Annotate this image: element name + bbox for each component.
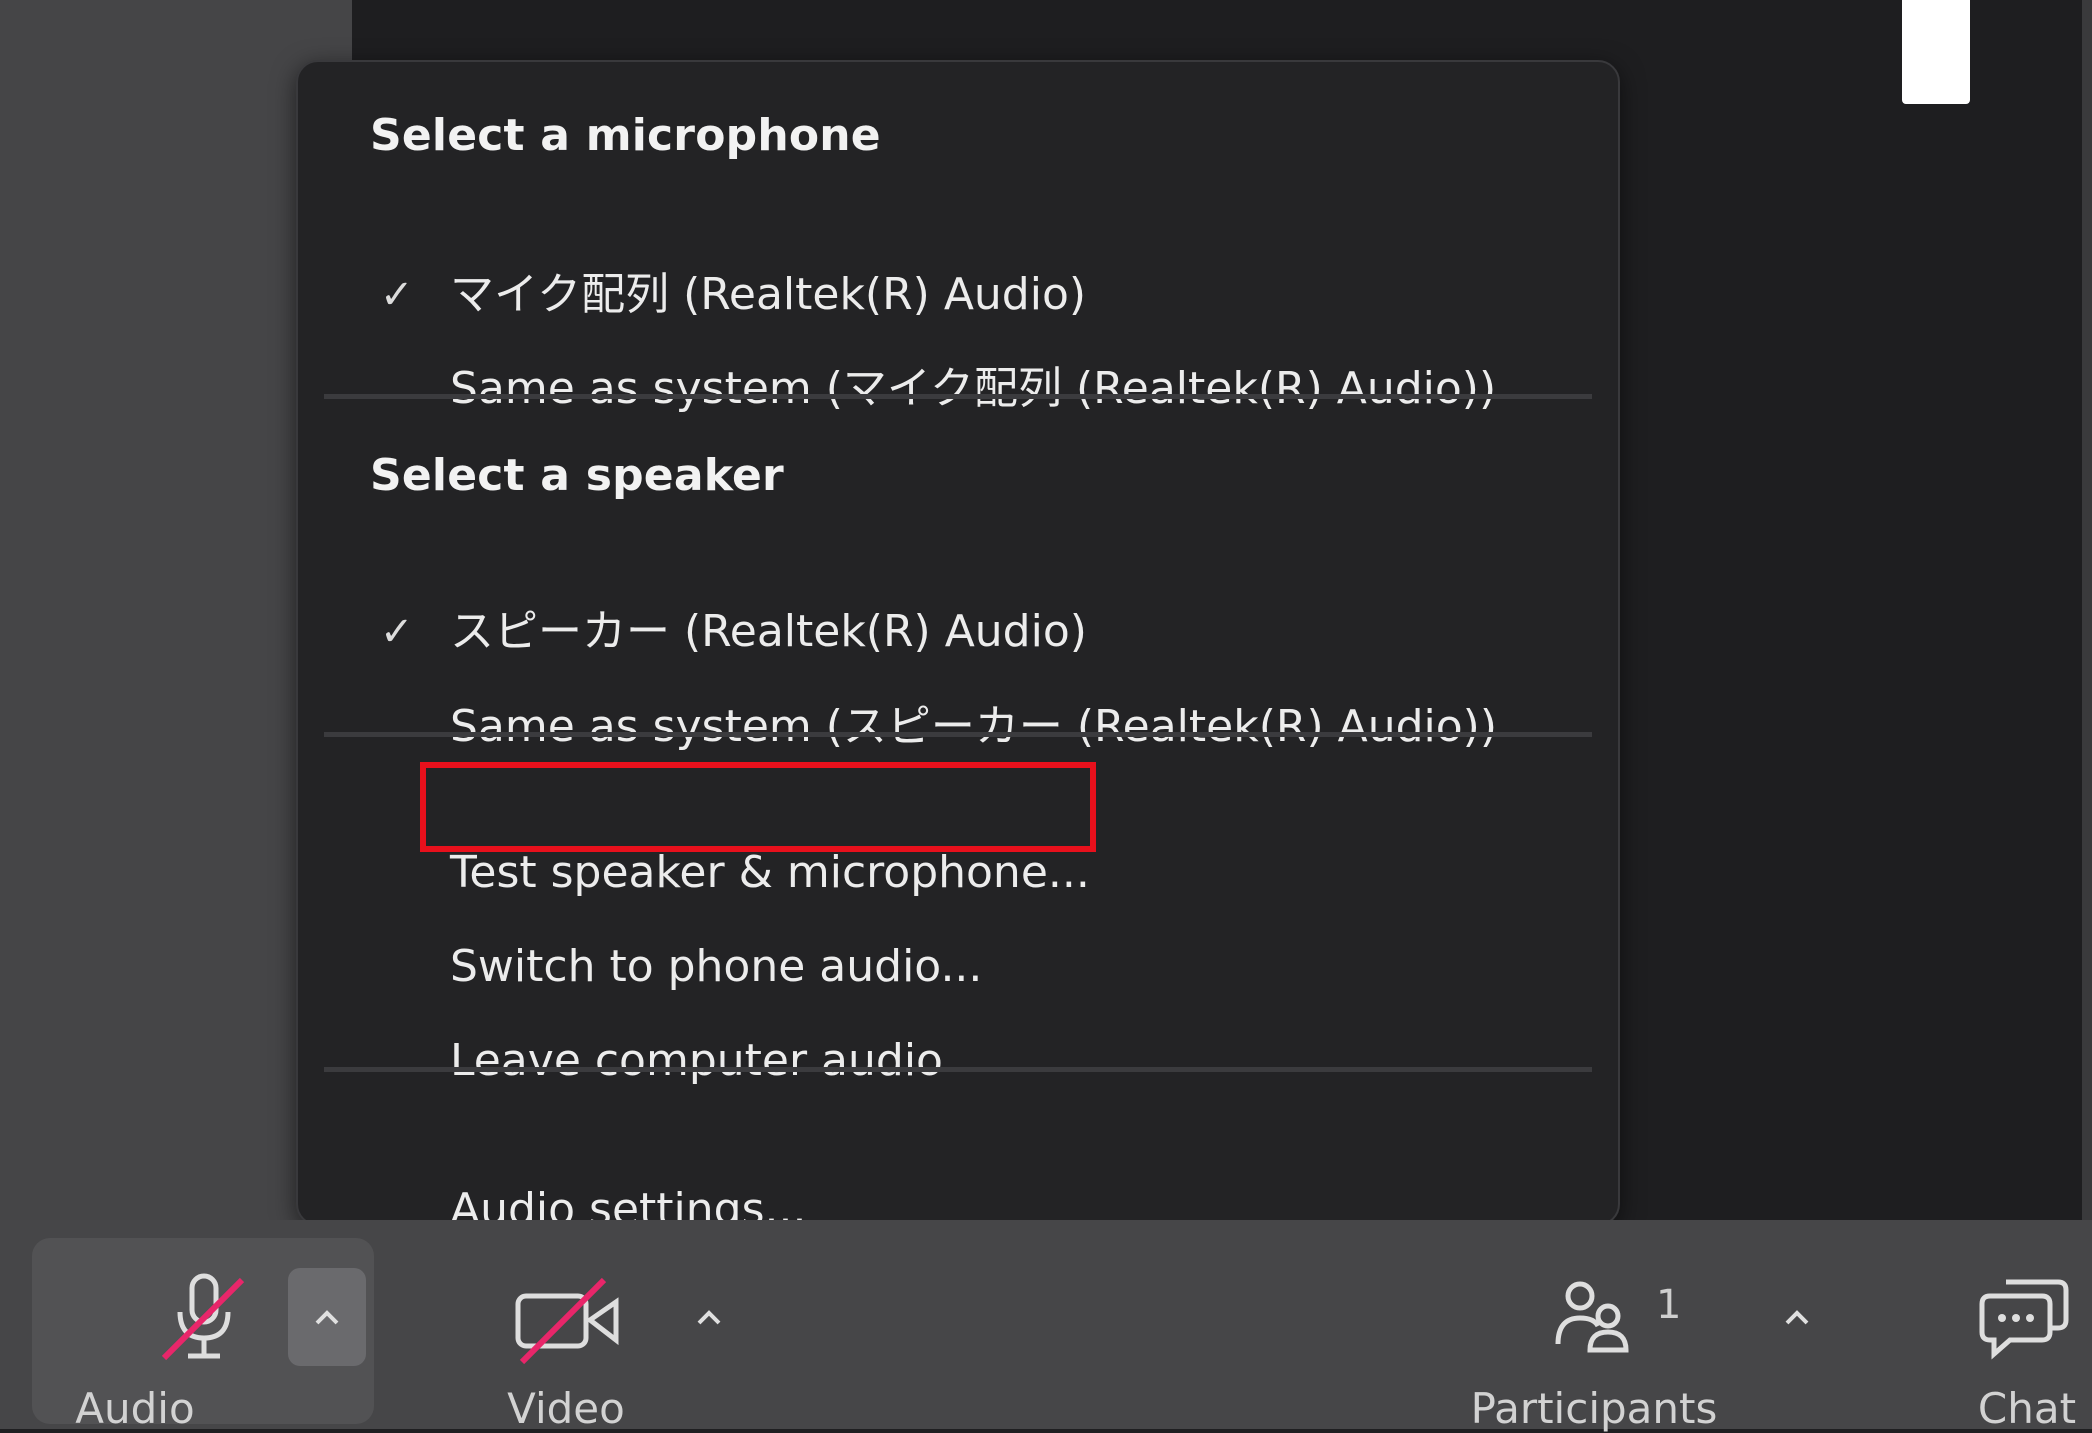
shared-content-fragment xyxy=(1902,0,1970,104)
chat-label: Chat xyxy=(1977,1384,2077,1433)
video-button[interactable]: Video xyxy=(476,1238,666,1433)
audio-label: Audio xyxy=(75,1384,195,1433)
participants-count: 1 xyxy=(1656,1282,1682,1328)
speaker-option-speaker[interactable]: スピーカー (Realtek(R) Audio) xyxy=(450,597,1087,667)
microphone-checkmark-icon: ✓ xyxy=(380,272,414,318)
microphone-option-same-as-system[interactable]: Same as system (マイク配列 (Realtek(R) Audio)… xyxy=(450,354,1496,424)
participants-icon xyxy=(1555,1281,1629,1353)
speaker-option-same-as-system[interactable]: Same as system (スピーカー (Realtek(R) Audio)… xyxy=(450,692,1497,762)
participants-options-caret[interactable] xyxy=(1758,1268,1836,1366)
microphone-section-header: Select a microphone xyxy=(370,110,881,161)
microphone-muted-icon xyxy=(161,1273,245,1361)
meeting-toolbar: Audio Video 1 Participants Chat xyxy=(0,1220,2092,1433)
participants-label: Participants xyxy=(1470,1384,1718,1433)
participants-button[interactable]: 1 Participants xyxy=(1452,1238,1752,1433)
chevron-up-icon xyxy=(315,1310,339,1325)
speaker-section-header: Select a speaker xyxy=(370,450,784,501)
chat-bubble-icon xyxy=(1979,1279,2069,1360)
chat-button[interactable]: Chat xyxy=(1952,1238,2092,1433)
menu-divider xyxy=(324,394,1592,399)
highlight-annotation-box xyxy=(420,762,1096,852)
chevron-up-icon xyxy=(1785,1310,1809,1325)
menu-divider xyxy=(324,1067,1592,1072)
audio-button[interactable]: Audio xyxy=(32,1238,374,1433)
switch-to-phone-audio-item[interactable]: Switch to phone audio... xyxy=(450,932,982,1002)
microphone-option-mic-array[interactable]: マイク配列 (Realtek(R) Audio) xyxy=(450,260,1086,330)
audio-options-caret[interactable] xyxy=(288,1268,366,1366)
menu-divider xyxy=(324,732,1592,737)
right-edge-panel xyxy=(2082,0,2092,1220)
video-camera-muted-icon xyxy=(515,1277,619,1365)
chevron-up-icon xyxy=(697,1310,721,1325)
speaker-checkmark-icon: ✓ xyxy=(380,609,414,655)
leave-computer-audio-item[interactable]: Leave computer audio xyxy=(450,1026,943,1096)
video-options-caret[interactable] xyxy=(670,1268,748,1366)
audio-options-menu: Select a microphone ✓ マイク配列 (Realtek(R) … xyxy=(296,60,1620,1235)
video-label: Video xyxy=(507,1384,625,1433)
